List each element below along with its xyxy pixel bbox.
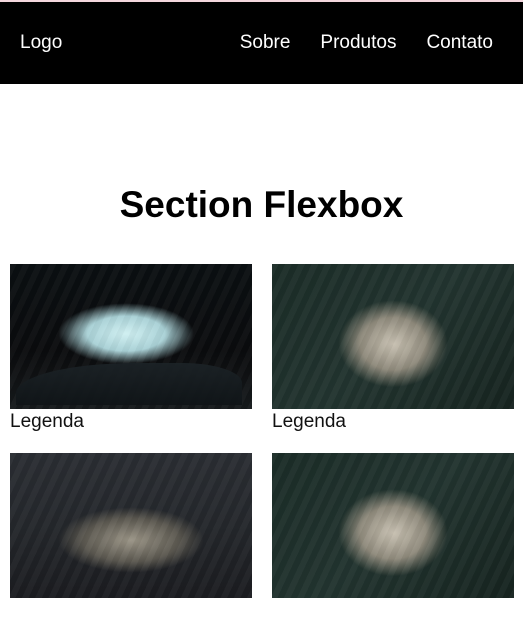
image-card-3 xyxy=(10,453,252,622)
section-title: Section Flexbox xyxy=(119,184,404,225)
image-card-4 xyxy=(272,453,514,622)
nav-link-contato[interactable]: Contato xyxy=(426,32,493,54)
nav-link-produtos[interactable]: Produtos xyxy=(320,32,396,54)
logo[interactable]: Logo xyxy=(20,32,62,54)
image-card-2: Legenda xyxy=(272,264,514,433)
wolf-pack-image xyxy=(10,453,252,598)
image-grid: Legenda Legenda xyxy=(10,264,514,622)
image-card-1: Legenda xyxy=(10,264,252,433)
gray-wolf-image xyxy=(272,453,514,598)
image-caption: Legenda xyxy=(272,411,346,432)
nav-menu: Sobre Produtos Contato xyxy=(240,32,493,54)
nav-link-sobre[interactable]: Sobre xyxy=(240,32,291,54)
gray-wolf-image xyxy=(272,264,514,409)
top-navbar: Logo Sobre Produtos Contato xyxy=(0,2,523,84)
image-caption: Legenda xyxy=(10,411,84,432)
image-caption xyxy=(272,600,514,622)
image-caption xyxy=(10,600,252,622)
white-wolf-image xyxy=(10,264,252,409)
